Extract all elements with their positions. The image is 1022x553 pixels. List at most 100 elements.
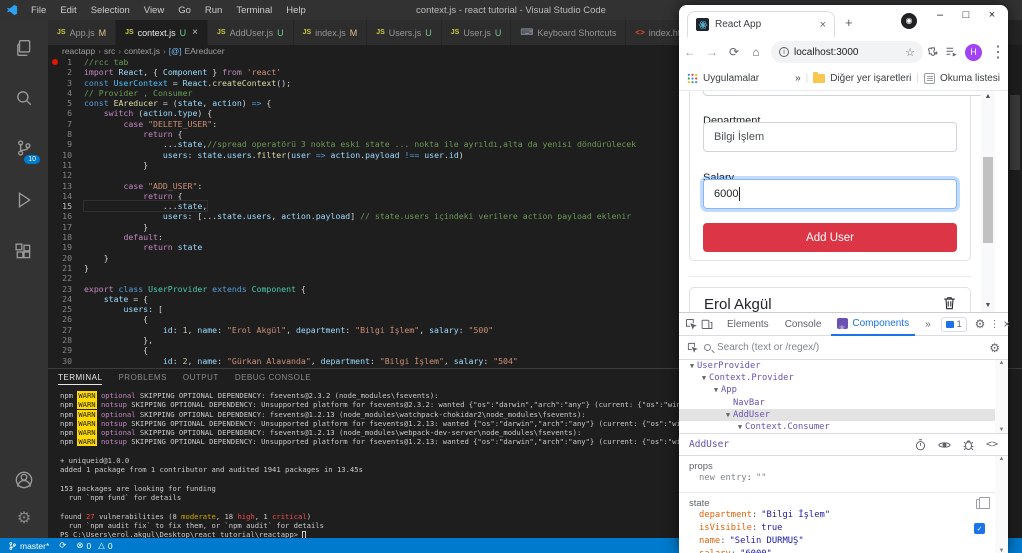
- breadcrumb-item[interactable]: EAreducer: [184, 46, 224, 56]
- device-toolbar-icon[interactable]: [701, 318, 713, 330]
- menu-edit[interactable]: Edit: [53, 5, 83, 16]
- more-tabs-chevron[interactable]: »: [919, 313, 937, 336]
- home-icon[interactable]: ⌂: [745, 45, 767, 59]
- components-search-input[interactable]: Search (text or /regex/): [717, 342, 819, 353]
- panel-tab-terminal[interactable]: TERMINAL: [58, 373, 102, 385]
- issues-badge[interactable]: 1: [941, 317, 967, 332]
- state-row[interactable]: name:"Selin DURMUŞ": [689, 535, 985, 548]
- editor-tab[interactable]: JScontext.jsU×: [116, 20, 208, 45]
- page-scrollbar[interactable]: ▲ ▼: [981, 91, 995, 312]
- address-bar[interactable]: i localhost:3000 ☆: [771, 41, 923, 63]
- add-user-button[interactable]: Add User: [703, 223, 957, 252]
- scroll-down-icon[interactable]: ▼: [981, 300, 995, 312]
- scrollbar-thumb[interactable]: [983, 157, 993, 243]
- breadcrumb-item[interactable]: context.js: [124, 46, 160, 56]
- run-debug-icon[interactable]: [0, 180, 48, 220]
- menu-view[interactable]: View: [137, 5, 171, 16]
- bookmark-reading-list[interactable]: Okuma listesi: [940, 73, 1000, 84]
- reading-list-toolbar-icon[interactable]: [945, 46, 957, 58]
- state-row[interactable]: department:"Bilgi İşlem": [689, 509, 985, 522]
- bookmark-star-icon[interactable]: ☆: [905, 46, 915, 59]
- close-button[interactable]: ×: [980, 9, 1004, 21]
- view-source-icon[interactable]: <>: [986, 439, 998, 450]
- name-input[interactable]: Selin DURMUŞ: [703, 91, 983, 96]
- bookmarks-overflow[interactable]: »: [795, 73, 801, 84]
- copy-icon[interactable]: [976, 499, 985, 509]
- prop-row[interactable]: new entry:"": [689, 472, 985, 485]
- new-tab-button[interactable]: +: [845, 15, 853, 30]
- source-control-icon[interactable]: 10: [0, 128, 48, 168]
- component-tree-item[interactable]: ▼UserProvider: [679, 360, 995, 372]
- menu-run[interactable]: Run: [198, 5, 229, 16]
- breadcrumb-item[interactable]: src: [104, 46, 115, 56]
- devtools-close-icon[interactable]: ×: [1003, 317, 1010, 331]
- media-controls-button[interactable]: ◉: [901, 13, 917, 29]
- breadcrumb-item[interactable]: reactapp: [62, 46, 95, 56]
- debug-bug-icon[interactable]: [963, 439, 974, 451]
- scroll-up-icon[interactable]: ▲: [995, 360, 1008, 366]
- editor-tab[interactable]: JSUsers.jsU: [367, 20, 442, 45]
- editor-tab[interactable]: JSApp.jsM: [48, 20, 116, 45]
- props-scrollbar[interactable]: ▲ ▼: [995, 456, 1008, 553]
- state-row[interactable]: isVisibile:true✓: [689, 522, 985, 535]
- devtools-menu-icon[interactable]: ⋮: [989, 319, 999, 330]
- browser-tab[interactable]: React App ×: [687, 11, 835, 37]
- tab-elements[interactable]: Elements: [721, 313, 775, 336]
- component-tree-item[interactable]: ▼AddUser: [679, 409, 995, 421]
- menu-selection[interactable]: Selection: [84, 5, 137, 16]
- inspect-element-icon[interactable]: [685, 318, 697, 330]
- menu-help[interactable]: Help: [279, 5, 313, 16]
- tab-components[interactable]: Components: [831, 313, 915, 336]
- tab-close-icon[interactable]: ×: [192, 27, 198, 38]
- git-branch[interactable]: master*: [8, 541, 49, 551]
- reload-icon[interactable]: ⟳: [723, 45, 745, 59]
- select-component-icon[interactable]: [687, 342, 698, 353]
- bookmark-apps[interactable]: Uygulamalar: [703, 73, 759, 84]
- site-info-icon[interactable]: i: [779, 47, 789, 57]
- devtools-settings-gear-icon[interactable]: ⚙: [975, 317, 986, 331]
- editor-tab[interactable]: ⌨Keyboard Shortcuts: [511, 20, 626, 45]
- department-input[interactable]: Bilgi İşlem: [703, 122, 957, 152]
- scroll-down-icon[interactable]: ▼: [995, 548, 1008, 553]
- maximize-button[interactable]: □: [954, 9, 978, 21]
- salary-input[interactable]: 6000: [703, 179, 957, 209]
- extensions-icon[interactable]: [0, 232, 48, 272]
- components-settings-gear-icon[interactable]: ⚙: [989, 341, 1000, 355]
- extensions-puzzle-icon[interactable]: [927, 46, 939, 58]
- tab-close-icon[interactable]: ×: [820, 19, 826, 31]
- panel-tab-problems[interactable]: PROBLEMS: [118, 373, 166, 385]
- menu-terminal[interactable]: Terminal: [229, 5, 279, 16]
- profile-avatar[interactable]: H: [965, 44, 982, 61]
- search-icon[interactable]: [0, 78, 48, 118]
- component-tree-item[interactable]: NavBar: [679, 397, 995, 409]
- state-row[interactable]: salary:"6000": [689, 548, 985, 553]
- inspect-dom-eye-icon[interactable]: [938, 440, 951, 450]
- component-tree-item[interactable]: ▼Context.Consumer: [679, 421, 995, 433]
- bookmark-other[interactable]: Diğer yer işaretleri: [830, 73, 911, 84]
- component-tree-item[interactable]: ▼App: [679, 384, 995, 396]
- delete-user-trash-icon[interactable]: [943, 296, 956, 310]
- scroll-up-icon[interactable]: ▲: [995, 456, 1008, 462]
- panel-tab-output[interactable]: OUTPUT: [183, 373, 219, 385]
- suspense-timer-icon[interactable]: [915, 439, 926, 451]
- apps-grid-icon[interactable]: [687, 73, 698, 84]
- browser-menu-icon[interactable]: ⋮: [984, 42, 1012, 62]
- menu-go[interactable]: Go: [171, 5, 198, 16]
- problems-indicator[interactable]: ⊗0 △0: [76, 540, 112, 551]
- tab-console[interactable]: Console: [779, 313, 828, 336]
- checked-checkbox[interactable]: ✓: [974, 523, 985, 534]
- explorer-icon[interactable]: [0, 28, 48, 68]
- minimize-button[interactable]: –: [928, 9, 952, 21]
- editor-scrollbar[interactable]: [1010, 95, 1020, 170]
- scroll-up-icon[interactable]: ▲: [981, 91, 995, 103]
- forward-icon[interactable]: →: [701, 45, 723, 59]
- breakpoint-dot[interactable]: [52, 59, 58, 65]
- editor-tab[interactable]: JSUser.jsU: [442, 20, 512, 45]
- menu-file[interactable]: File: [24, 5, 53, 16]
- editor-tab[interactable]: JSindex.jsM: [294, 20, 368, 45]
- account-icon[interactable]: [0, 460, 48, 500]
- settings-gear-icon[interactable]: ⚙: [0, 498, 48, 538]
- tree-scrollbar[interactable]: ▲ ▼: [995, 360, 1008, 433]
- component-tree-item[interactable]: ▼Context.Provider: [679, 372, 995, 384]
- back-icon[interactable]: ←: [679, 45, 701, 59]
